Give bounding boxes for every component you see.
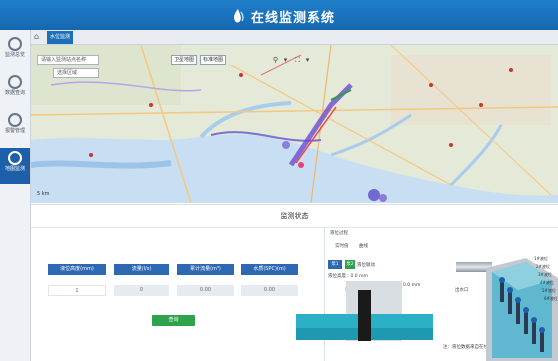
gauge-icon — [8, 37, 22, 51]
legend-item: 2#液位 — [536, 264, 550, 269]
tab-water-level[interactable]: 水位监测 — [47, 31, 73, 44]
map-pin-icon — [8, 151, 22, 165]
main-content: ⌂ 水位监测 请输入监测站点名称 选择区域 卫星地图 标准地图 ⚲ ▾ ⛶ ▾ … — [31, 30, 558, 361]
sidebar-item-query[interactable]: 数据查询 — [0, 72, 30, 108]
app-logo-icon — [234, 9, 244, 23]
fullscreen-icon[interactable]: ⛶ — [293, 56, 302, 65]
metric-total-flow-button[interactable]: 累计流量(m³) — [177, 264, 234, 275]
metric-total-flow-value: 0.00 — [177, 285, 234, 296]
metric-flow-button[interactable]: 流量(l/s) — [114, 264, 169, 275]
metric-flow-value: 0 — [114, 285, 169, 296]
pump2-button[interactable]: 泵2 — [345, 260, 355, 269]
metric-quality-button[interactable]: 水质(SPC)(m) — [241, 264, 298, 275]
standard-map-button[interactable]: 标准地图 — [200, 55, 226, 65]
metric-level-value: 1 — [48, 285, 106, 296]
brand: 在线监测系统 — [230, 6, 335, 26]
legend-item: 5#液位 — [542, 288, 556, 293]
chevron-down-icon[interactable]: ▾ — [303, 56, 312, 65]
satellite-map-button[interactable]: 卫星地图 — [171, 55, 197, 65]
alarm-icon — [8, 113, 22, 127]
metric-quality-value: 0.00 — [241, 285, 298, 296]
tab-bar: ⌂ 水位监测 — [31, 30, 558, 45]
viz-header: 液位过程 — [330, 231, 348, 236]
home-icon[interactable]: ⌂ — [34, 33, 39, 41]
panel-title: 监测状态 — [31, 204, 558, 228]
legend-item: 1#液位 — [534, 256, 548, 261]
chart-icon — [8, 75, 22, 89]
chevron-down-icon[interactable]: ▾ — [281, 56, 290, 65]
app-title: 在线监测系统 — [251, 10, 336, 26]
region-select[interactable]: 选择区域 — [53, 68, 99, 78]
tab-curve[interactable]: 曲线 — [359, 243, 368, 249]
sidebar-item-label: 数据查询 — [4, 90, 25, 96]
level-height-label: 液位高度：0.0 mm — [328, 274, 368, 279]
sidebar-item-overview[interactable]: 监测总览 — [0, 34, 30, 70]
sidebar: 监测总览 数据查询 报警管理 地图监测 — [0, 30, 31, 361]
sidebar-item-label: 地图监测 — [4, 166, 25, 172]
sidebar-item-alarm[interactable]: 报警管理 — [0, 110, 30, 146]
level-link-label: 液位联动 — [357, 263, 375, 268]
legend-item: 6#液位 — [544, 296, 558, 301]
tab-realtime[interactable]: 实时值 — [335, 243, 349, 249]
search-icon[interactable]: ⚲ — [271, 56, 280, 65]
legend-item: 4#液位 — [540, 280, 554, 285]
legend-item: 3#液位 — [538, 272, 552, 277]
sidebar-item-label: 报警管理 — [4, 128, 25, 134]
map-scale: 5 km — [37, 191, 50, 197]
station-search-input[interactable]: 请输入监测站点名称 — [37, 55, 99, 65]
query-button[interactable]: 查询 — [152, 315, 195, 326]
outlet-tag: 出水口 — [455, 288, 469, 293]
sidebar-item-label: 监测总览 — [4, 52, 25, 58]
map-canvas — [31, 45, 558, 203]
map-view[interactable]: 请输入监测站点名称 选择区域 卫星地图 标准地图 ⚲ ▾ ⛶ ▾ 5 km — [31, 45, 558, 203]
metric-level-button[interactable]: 液位高度(mm) — [48, 264, 106, 275]
pump1-button[interactable]: 泵1 — [328, 260, 342, 269]
status-panel: 监测状态 液位高度(mm) 流量(l/s) 累计流量(m³) 水质(SPC)(m… — [31, 204, 558, 361]
level-gauge-column — [358, 290, 371, 341]
sidebar-item-map[interactable]: 地图监测 — [0, 148, 30, 184]
